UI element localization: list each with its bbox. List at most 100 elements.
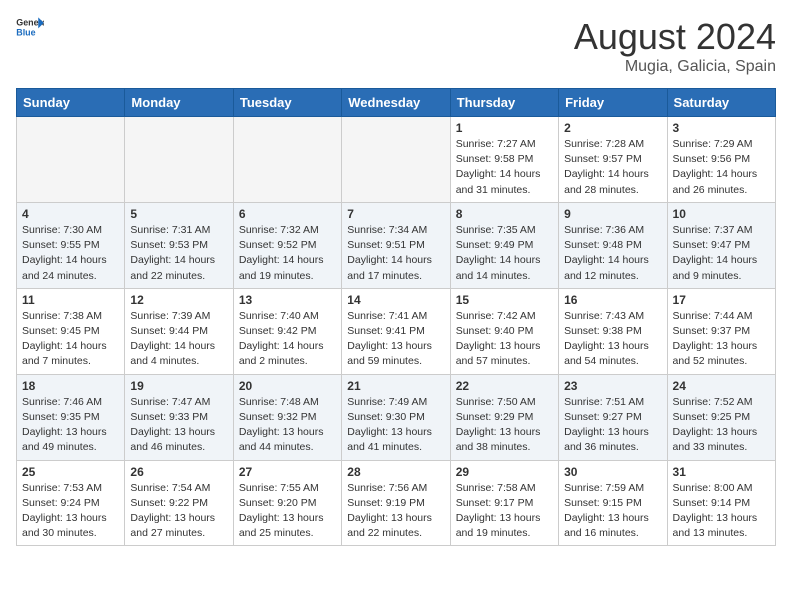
- calendar-week-row: 11Sunrise: 7:38 AMSunset: 9:45 PMDayligh…: [17, 288, 776, 374]
- table-row: 13 Sunrise: 7:40 AMSunset: 9:42 PMDayligh…: [233, 288, 341, 374]
- table-row: 12 Sunrise: 7:39 AMSunset: 9:44 PMDayligh…: [125, 288, 233, 374]
- day-info: Sunrise: 8:00 AMSunset: 9:14 PMDaylight:…: [673, 481, 770, 542]
- day-number: 24: [673, 379, 770, 393]
- day-number: 14: [347, 293, 444, 307]
- day-number: 5: [130, 207, 227, 221]
- table-row: 25 Sunrise: 7:53 AMSunset: 9:24 PMDayligh…: [17, 460, 125, 546]
- logo-icon: General Blue: [16, 16, 44, 38]
- calendar-week-row: 25 Sunrise: 7:53 AMSunset: 9:24 PMDayligh…: [17, 460, 776, 546]
- table-row: 27Sunrise: 7:55 AMSunset: 9:20 PMDayligh…: [233, 460, 341, 546]
- day-number: 9: [564, 207, 661, 221]
- day-info: Sunrise: 7:43 AMSunset: 9:38 PMDaylight:…: [564, 309, 661, 370]
- day-number: 3: [673, 121, 770, 135]
- day-number: 25: [22, 465, 119, 479]
- table-row: 31Sunrise: 8:00 AMSunset: 9:14 PMDayligh…: [667, 460, 775, 546]
- table-row: 17Sunrise: 7:44 AMSunset: 9:37 PMDayligh…: [667, 288, 775, 374]
- table-row: [125, 117, 233, 203]
- day-number: 1: [456, 121, 553, 135]
- col-saturday: Saturday: [667, 89, 775, 117]
- table-row: [342, 117, 450, 203]
- day-info: Sunrise: 7:36 AMSunset: 9:48 PMDaylight:…: [564, 223, 661, 284]
- day-info: Sunrise: 7:27 AMSunset: 9:58 PMDaylight:…: [456, 137, 553, 198]
- table-row: 5Sunrise: 7:31 AMSunset: 9:53 PMDaylight…: [125, 202, 233, 288]
- day-number: 20: [239, 379, 336, 393]
- day-number: 26: [130, 465, 227, 479]
- day-number: 29: [456, 465, 553, 479]
- table-row: 28 Sunrise: 7:56 AMSunset: 9:19 PMDayligh…: [342, 460, 450, 546]
- day-info: Sunrise: 7:56 AMSunset: 9:19 PMDaylight:…: [347, 481, 444, 542]
- table-row: 10 Sunrise: 7:37 AMSunset: 9:47 PMDayligh…: [667, 202, 775, 288]
- table-row: 4Sunrise: 7:30 AMSunset: 9:55 PMDaylight…: [17, 202, 125, 288]
- day-info: Sunrise: 7:30 AMSunset: 9:55 PMDaylight:…: [22, 223, 119, 284]
- page-header: General Blue August 2024 Mugia, Galicia,…: [16, 16, 776, 76]
- calendar-week-row: 4Sunrise: 7:30 AMSunset: 9:55 PMDaylight…: [17, 202, 776, 288]
- day-number: 30: [564, 465, 661, 479]
- table-row: 6Sunrise: 7:32 AMSunset: 9:52 PMDaylight…: [233, 202, 341, 288]
- table-row: 22Sunrise: 7:50 AMSunset: 9:29 PMDayligh…: [450, 374, 558, 460]
- day-info: Sunrise: 7:39 AMSunset: 9:44 PMDaylight:…: [130, 309, 227, 370]
- day-info: Sunrise: 7:34 AMSunset: 9:51 PMDaylight:…: [347, 223, 444, 284]
- day-info: Sunrise: 7:37 AMSunset: 9:47 PMDaylight:…: [673, 223, 770, 284]
- day-number: 2: [564, 121, 661, 135]
- calendar-week-row: 1 Sunrise: 7:27 AMSunset: 9:58 PMDaylight…: [17, 117, 776, 203]
- table-row: 19 Sunrise: 7:47 AMSunset: 9:33 PMDayligh…: [125, 374, 233, 460]
- day-number: 17: [673, 293, 770, 307]
- col-monday: Monday: [125, 89, 233, 117]
- table-row: 9 Sunrise: 7:36 AMSunset: 9:48 PMDaylight…: [559, 202, 667, 288]
- logo: General Blue: [16, 16, 44, 38]
- table-row: 11Sunrise: 7:38 AMSunset: 9:45 PMDayligh…: [17, 288, 125, 374]
- day-info: Sunrise: 7:49 AMSunset: 9:30 PMDaylight:…: [347, 395, 444, 456]
- day-number: 7: [347, 207, 444, 221]
- table-row: [233, 117, 341, 203]
- day-number: 21: [347, 379, 444, 393]
- day-info: Sunrise: 7:58 AMSunset: 9:17 PMDaylight:…: [456, 481, 553, 542]
- day-info: Sunrise: 7:32 AMSunset: 9:52 PMDaylight:…: [239, 223, 336, 284]
- table-row: 14 Sunrise: 7:41 AMSunset: 9:41 PMDayligh…: [342, 288, 450, 374]
- day-info: Sunrise: 7:48 AMSunset: 9:32 PMDaylight:…: [239, 395, 336, 456]
- table-row: 21 Sunrise: 7:49 AMSunset: 9:30 PMDayligh…: [342, 374, 450, 460]
- day-info: Sunrise: 7:54 AMSunset: 9:22 PMDaylight:…: [130, 481, 227, 542]
- day-number: 13: [239, 293, 336, 307]
- day-number: 18: [22, 379, 119, 393]
- day-info: Sunrise: 7:42 AMSunset: 9:40 PMDaylight:…: [456, 309, 553, 370]
- day-info: Sunrise: 7:47 AMSunset: 9:33 PMDaylight:…: [130, 395, 227, 456]
- table-row: 20 Sunrise: 7:48 AMSunset: 9:32 PMDayligh…: [233, 374, 341, 460]
- table-row: 3 Sunrise: 7:29 AMSunset: 9:56 PMDaylight…: [667, 117, 775, 203]
- day-number: 22: [456, 379, 553, 393]
- col-wednesday: Wednesday: [342, 89, 450, 117]
- col-friday: Friday: [559, 89, 667, 117]
- table-row: 23 Sunrise: 7:51 AMSunset: 9:27 PMDayligh…: [559, 374, 667, 460]
- month-title: August 2024: [574, 16, 776, 58]
- svg-text:Blue: Blue: [16, 27, 35, 37]
- table-row: 18 Sunrise: 7:46 AMSunset: 9:35 PMDayligh…: [17, 374, 125, 460]
- table-row: 24 Sunrise: 7:52 AMSunset: 9:25 PMDayligh…: [667, 374, 775, 460]
- day-number: 11: [22, 293, 119, 307]
- day-info: Sunrise: 7:51 AMSunset: 9:27 PMDaylight:…: [564, 395, 661, 456]
- day-info: Sunrise: 7:52 AMSunset: 9:25 PMDaylight:…: [673, 395, 770, 456]
- table-row: 16 Sunrise: 7:43 AMSunset: 9:38 PMDayligh…: [559, 288, 667, 374]
- table-row: 15Sunrise: 7:42 AMSunset: 9:40 PMDayligh…: [450, 288, 558, 374]
- title-section: August 2024 Mugia, Galicia, Spain: [574, 16, 776, 76]
- day-number: 10: [673, 207, 770, 221]
- calendar-table: Sunday Monday Tuesday Wednesday Thursday…: [16, 88, 776, 546]
- day-info: Sunrise: 7:46 AMSunset: 9:35 PMDaylight:…: [22, 395, 119, 456]
- day-number: 27: [239, 465, 336, 479]
- day-info: Sunrise: 7:29 AMSunset: 9:56 PMDaylight:…: [673, 137, 770, 198]
- table-row: 7 Sunrise: 7:34 AMSunset: 9:51 PMDaylight…: [342, 202, 450, 288]
- day-info: Sunrise: 7:28 AMSunset: 9:57 PMDaylight:…: [564, 137, 661, 198]
- table-row: 29 Sunrise: 7:58 AMSunset: 9:17 PMDayligh…: [450, 460, 558, 546]
- day-number: 28: [347, 465, 444, 479]
- calendar-week-row: 18 Sunrise: 7:46 AMSunset: 9:35 PMDayligh…: [17, 374, 776, 460]
- col-tuesday: Tuesday: [233, 89, 341, 117]
- day-info: Sunrise: 7:53 AMSunset: 9:24 PMDaylight:…: [22, 481, 119, 542]
- location-title: Mugia, Galicia, Spain: [574, 58, 776, 76]
- table-row: 8Sunrise: 7:35 AMSunset: 9:49 PMDaylight…: [450, 202, 558, 288]
- day-number: 23: [564, 379, 661, 393]
- day-info: Sunrise: 7:40 AMSunset: 9:42 PMDaylight:…: [239, 309, 336, 370]
- day-number: 16: [564, 293, 661, 307]
- table-row: 26 Sunrise: 7:54 AMSunset: 9:22 PMDayligh…: [125, 460, 233, 546]
- day-info: Sunrise: 7:41 AMSunset: 9:41 PMDaylight:…: [347, 309, 444, 370]
- day-number: 12: [130, 293, 227, 307]
- col-sunday: Sunday: [17, 89, 125, 117]
- day-number: 19: [130, 379, 227, 393]
